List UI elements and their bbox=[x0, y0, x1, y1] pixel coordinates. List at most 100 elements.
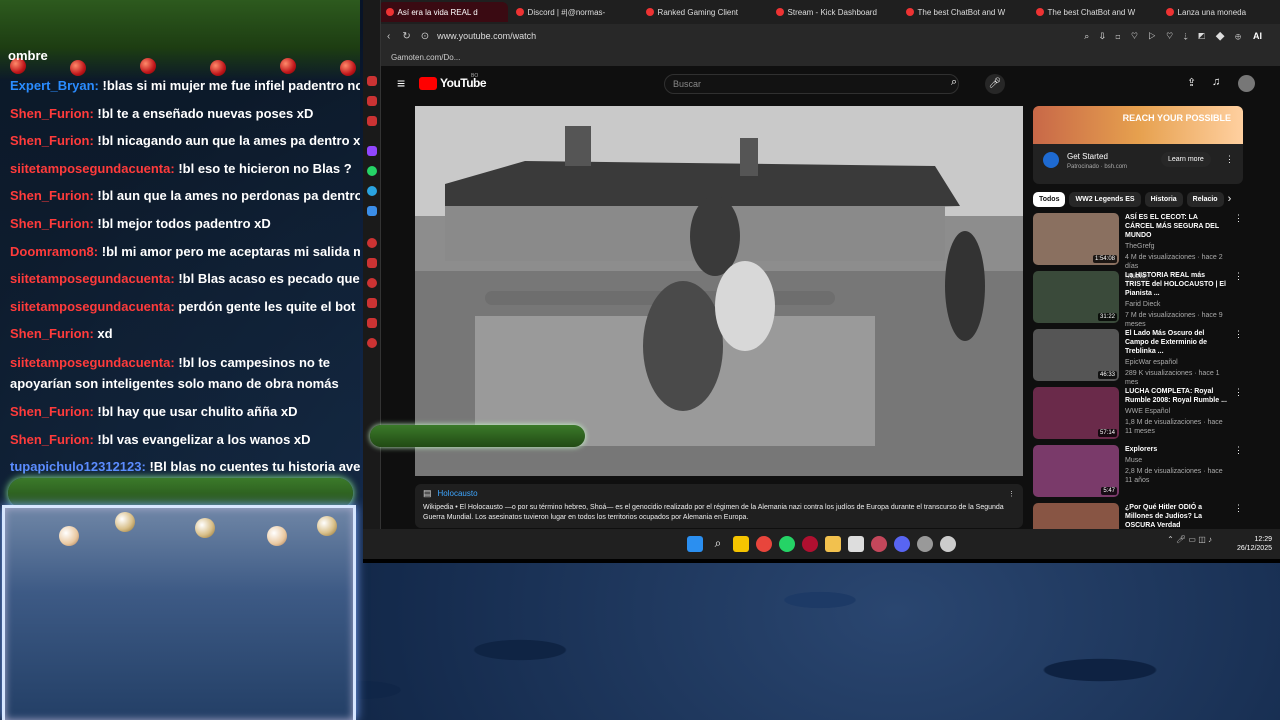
video-thumbnail[interactable]: 5:47 bbox=[1033, 445, 1119, 497]
app-icon[interactable] bbox=[917, 536, 933, 552]
calendar-icon[interactable] bbox=[848, 536, 864, 552]
search-icon[interactable]: ⌕ bbox=[710, 536, 726, 552]
filter-chip[interactable]: Relacio bbox=[1186, 192, 1224, 207]
recommendation-item[interactable]: 5:47 Explorers Muse 2,8 M de visualizacione… bbox=[1033, 445, 1243, 497]
video-title[interactable]: El Lado Más Oscuro del Campo de Extermin… bbox=[1125, 329, 1228, 356]
ad-card[interactable]: REACH YOUR POSSIBLE Get Started Patrocin… bbox=[1033, 106, 1243, 184]
channel-name[interactable]: Farid Dieck bbox=[1125, 300, 1228, 309]
chat-username[interactable]: Doomramon8: bbox=[10, 244, 98, 259]
chrome-icon[interactable] bbox=[756, 536, 772, 552]
filter-chip[interactable]: WW2 Legends ES bbox=[1069, 192, 1141, 207]
video-title[interactable]: LUCHA COMPLETA: Royal Rumble 2008: Royal… bbox=[1125, 387, 1228, 405]
more-options-icon[interactable]: ⋮ bbox=[1225, 154, 1234, 165]
browser-tab[interactable]: Ranked Gaming Client bbox=[638, 2, 768, 22]
browser-tab[interactable]: The best ChatBot and W bbox=[898, 2, 1028, 22]
chips-next-icon[interactable]: › bbox=[1228, 192, 1232, 207]
youtube-logo-text[interactable]: YouTube bbox=[440, 76, 487, 90]
search-input[interactable]: Buscar bbox=[664, 74, 959, 94]
whatsapp-icon[interactable] bbox=[779, 536, 795, 552]
video-title[interactable]: La HISTORIA REAL más TRISTE del HOLOCAUS… bbox=[1125, 271, 1228, 298]
chat-username[interactable]: Shen_Furion: bbox=[10, 133, 94, 148]
app-icon[interactable] bbox=[871, 536, 887, 552]
video-title[interactable]: Explorers bbox=[1125, 445, 1228, 454]
sidebar-app-icon[interactable] bbox=[367, 238, 377, 248]
filter-chip[interactable]: Todos bbox=[1033, 192, 1066, 207]
search-icon[interactable]: ⌕ bbox=[951, 76, 957, 89]
sidebar-app-icon[interactable] bbox=[367, 96, 377, 106]
chat-username[interactable]: siitetamposegundacuenta: bbox=[10, 161, 175, 176]
learn-more-button[interactable]: Learn more bbox=[1161, 152, 1211, 167]
menu-icon[interactable]: ≡ bbox=[397, 75, 405, 91]
bookmark-item[interactable]: Gamoten.com/Do... bbox=[391, 53, 460, 62]
recommendation-item[interactable]: 31:22 La HISTORIA REAL más TRISTE del HOL… bbox=[1033, 271, 1243, 328]
settings-icon[interactable] bbox=[367, 338, 377, 348]
video-thumbnail[interactable]: 31:22 bbox=[1033, 271, 1119, 323]
sidebar-app-icon[interactable] bbox=[367, 116, 377, 126]
chat-username[interactable]: tupapichulo12312123: bbox=[10, 459, 146, 474]
recommendation-item[interactable]: 57:14 LUCHA COMPLETA: Royal Rumble 2008: … bbox=[1033, 387, 1243, 439]
chat-username[interactable]: Shen_Furion: bbox=[10, 432, 94, 447]
more-options-icon[interactable]: ⋮ bbox=[1008, 490, 1015, 498]
telegram-icon[interactable] bbox=[367, 186, 377, 196]
video-title[interactable]: ¿Por Qué Hitler ODIÓ a Millones de Judío… bbox=[1125, 503, 1228, 530]
wiki-link[interactable]: Holocausto bbox=[438, 489, 478, 498]
browser-tab[interactable]: Así era la vida REAL d bbox=[377, 2, 508, 22]
youtube-logo-icon[interactable] bbox=[419, 77, 437, 90]
recommendation-item[interactable]: 46:33 El Lado Más Oscuro del Campo de Ext… bbox=[1033, 329, 1243, 386]
microphone-icon[interactable]: 🎤︎ bbox=[985, 74, 1005, 94]
video-thumbnail[interactable]: 57:14 bbox=[1033, 387, 1119, 439]
chat-username[interactable]: siitetamposegundacuenta: bbox=[10, 355, 175, 370]
video-thumbnail[interactable]: 1:54:08 bbox=[1033, 213, 1119, 265]
video-thumbnail[interactable]: 46:33 bbox=[1033, 329, 1119, 381]
more-options-icon[interactable]: ⋮ bbox=[1234, 445, 1243, 497]
url-field[interactable]: www.youtube.com/watch bbox=[437, 31, 536, 41]
chat-username[interactable]: Shen_Furion: bbox=[10, 404, 94, 419]
app-icon[interactable] bbox=[940, 536, 956, 552]
more-options-icon[interactable]: ⋮ bbox=[1234, 271, 1243, 323]
chat-username[interactable]: Expert_Bryan: bbox=[10, 78, 99, 93]
browser-tab[interactable]: The best ChatBot and W bbox=[1028, 2, 1158, 22]
chat-username[interactable]: Shen_Furion: bbox=[10, 188, 94, 203]
chat-username[interactable]: Shen_Furion: bbox=[10, 326, 94, 341]
twitch-icon[interactable] bbox=[367, 146, 377, 156]
site-info-icon[interactable]: ⊙ bbox=[421, 31, 429, 42]
channel-name[interactable]: TheGrefg bbox=[1125, 242, 1228, 251]
chat-username[interactable]: Shen_Furion: bbox=[10, 106, 94, 121]
channel-name[interactable]: EpicWar español bbox=[1125, 358, 1228, 367]
filter-chip[interactable]: Historia bbox=[1144, 192, 1183, 207]
ai-button[interactable]: AI bbox=[1253, 31, 1262, 41]
sidebar-app-icon[interactable] bbox=[367, 258, 377, 268]
browser-tab[interactable]: Discord | #|@normas- bbox=[508, 2, 638, 22]
sidebar-app-icon[interactable] bbox=[367, 76, 377, 86]
chat-username[interactable]: Shen_Furion: bbox=[10, 216, 94, 231]
chat-username[interactable]: siitetamposegundacuenta: bbox=[10, 299, 175, 314]
more-options-icon[interactable]: ⋮ bbox=[1234, 387, 1243, 439]
sidebar-app-icon[interactable] bbox=[367, 206, 377, 216]
recommendation-item[interactable]: 1:54:08 ASÍ ES EL CECOT: LA CÁRCEL MÁS SE… bbox=[1033, 213, 1243, 281]
channel-name[interactable]: Muse bbox=[1125, 456, 1228, 465]
browser-tab[interactable]: Lanza una moneda bbox=[1158, 2, 1280, 22]
back-icon[interactable]: ‹ bbox=[387, 31, 390, 42]
history-icon[interactable] bbox=[367, 278, 377, 288]
upload-icon[interactable]: ⇪ bbox=[1187, 76, 1196, 89]
reload-icon[interactable]: ↻ bbox=[402, 31, 410, 42]
more-options-icon[interactable]: ⋮ bbox=[1234, 329, 1243, 381]
avatar[interactable] bbox=[1238, 75, 1255, 92]
start-icon[interactable] bbox=[687, 536, 703, 552]
sidebar-app-icon[interactable] bbox=[367, 318, 377, 328]
video-player[interactable] bbox=[415, 106, 1023, 476]
browser-tab[interactable]: Stream - Kick Dashboard bbox=[768, 2, 898, 22]
file-explorer-icon[interactable] bbox=[825, 536, 841, 552]
download-icon[interactable] bbox=[367, 298, 377, 308]
channel-name[interactable]: WWE Español bbox=[1125, 407, 1228, 416]
notifications-icon[interactable]: ♫ bbox=[1212, 76, 1220, 88]
discord-icon[interactable] bbox=[894, 536, 910, 552]
chat-username[interactable]: siitetamposegundacuenta: bbox=[10, 271, 175, 286]
system-tray[interactable]: ⌃ 🎤︎ ▭ ◫ ♪ 12:29 26/12/2025 bbox=[1167, 535, 1272, 552]
notes-app-icon[interactable] bbox=[733, 536, 749, 552]
tray-icons[interactable]: ⌃ 🎤︎ ▭ ◫ ♪ bbox=[1167, 535, 1212, 544]
toolbar-icons[interactable]: ⌕ ⇩ ◻ ♡ ▷ ♡ ⇣ ◩ ◆ ⊕ bbox=[1084, 31, 1245, 42]
opera-icon[interactable] bbox=[802, 536, 818, 552]
video-title[interactable]: ASÍ ES EL CECOT: LA CÁRCEL MÁS SEGURA DE… bbox=[1125, 213, 1228, 240]
more-options-icon[interactable]: ⋮ bbox=[1234, 213, 1243, 265]
